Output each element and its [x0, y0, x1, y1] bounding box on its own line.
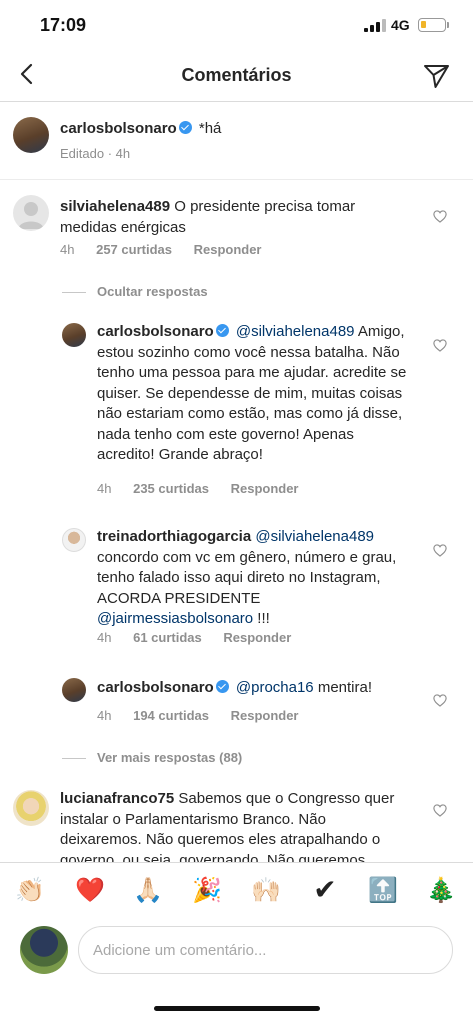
reply-time: 4h — [97, 481, 112, 496]
heart-icon[interactable] — [433, 339, 447, 352]
avatar[interactable] — [62, 678, 86, 702]
top-arrow-icon[interactable]: 🔝 — [367, 875, 399, 905]
caption-text: *há — [198, 120, 222, 137]
reply-text: mentira! — [317, 679, 373, 696]
comment-body: lucianafranco75 Sabemos que o Congresso … — [60, 789, 405, 862]
reply-text: concordo com vc em gênero, número e grau… — [97, 548, 397, 607]
avatar[interactable] — [13, 117, 49, 153]
comment-body: silviahelena489 O presidente precisa tom… — [60, 197, 405, 238]
check-mark-icon[interactable]: ✔ — [309, 875, 341, 905]
reply-username[interactable]: carlosbolsonaro — [97, 323, 214, 340]
avatar[interactable] — [62, 323, 86, 347]
comment-time: 4h — [60, 242, 75, 257]
battery-tip — [447, 22, 449, 28]
caption-line: carlosbolsonaro *há — [60, 120, 221, 137]
reply: treinadorthiagogarcia @silviahelena489 c… — [0, 520, 473, 650]
hide-replies-button[interactable]: Ocultar respostas — [62, 284, 208, 299]
comment-username[interactable]: lucianafranco75 — [60, 790, 174, 807]
home-indicator[interactable] — [154, 1006, 320, 1011]
comment-input[interactable] — [78, 926, 453, 974]
reply: carlosbolsonaro @procha16 mentira! 4h 19… — [0, 670, 473, 730]
reply-meta: 4h 61 curtidas Responder — [97, 630, 309, 645]
comment-input-bar — [0, 916, 473, 986]
network-label: 4G — [391, 17, 410, 33]
comment-likes[interactable]: 257 curtidas — [96, 242, 172, 257]
verified-icon — [215, 680, 229, 693]
heart-icon[interactable] — [433, 694, 447, 707]
more-replies-button[interactable]: Ver mais respostas (88) — [62, 750, 242, 765]
party-popper-icon[interactable]: 🎉 — [191, 875, 223, 905]
share-button[interactable] — [421, 60, 451, 90]
verified-icon — [215, 324, 229, 337]
reply-mention-2[interactable]: @jairmessiasbolsonaro — [97, 610, 253, 627]
avatar[interactable] — [13, 790, 49, 826]
reply-likes[interactable]: 235 curtidas — [133, 481, 209, 496]
reply-time: 4h — [97, 708, 112, 723]
reply-time: 4h — [97, 630, 112, 645]
status-bar: 17:09 4G — [0, 0, 473, 50]
reply-mention[interactable]: @procha16 — [236, 679, 314, 696]
hide-replies-label: Ocultar respostas — [97, 284, 208, 299]
reply-meta: 4h 194 curtidas Responder — [97, 708, 317, 723]
red-heart-icon[interactable]: ❤️ — [74, 875, 106, 905]
page-title: Comentários — [181, 65, 292, 85]
avatar[interactable] — [13, 195, 49, 231]
christmas-tree-icon[interactable]: 🎄 — [425, 875, 457, 905]
reply-text: Amigo, estou sozinho como você nessa bat… — [97, 323, 407, 463]
reply-button[interactable]: Responder — [231, 481, 299, 496]
reply-button[interactable]: Responder — [231, 708, 299, 723]
avatar — [20, 926, 68, 974]
paper-plane-icon — [424, 65, 449, 88]
reply-body: carlosbolsonaro @procha16 mentira! — [97, 678, 407, 699]
avatar[interactable] — [62, 528, 86, 552]
caption-username[interactable]: carlosbolsonaro — [60, 120, 177, 137]
status-time: 17:09 — [40, 15, 87, 35]
reply-mention[interactable]: @silviahelena489 — [255, 528, 374, 545]
reply-button[interactable]: Responder — [223, 630, 291, 645]
reply-username[interactable]: treinadorthiagogarcia — [97, 528, 251, 545]
post-caption: carlosbolsonaro *há Editado · 4h — [0, 102, 473, 180]
reply-mention[interactable]: @silviahelena489 — [236, 323, 355, 340]
header: Comentários — [0, 50, 473, 102]
comment: lucianafranco75 Sabemos que o Congresso … — [0, 780, 473, 862]
comment-meta: 4h 257 curtidas Responder — [60, 242, 280, 257]
reply: carlosbolsonaro @silviahelena489 Amigo, … — [0, 315, 473, 505]
verified-icon — [178, 121, 192, 134]
more-replies-label: Ver mais respostas (88) — [97, 750, 243, 765]
reply-likes[interactable]: 194 curtidas — [133, 708, 209, 723]
comment: silviahelena489 O presidente precisa tom… — [0, 180, 473, 270]
reply-username[interactable]: carlosbolsonaro — [97, 679, 214, 696]
clapping-hands-icon[interactable]: 👏🏻 — [14, 875, 46, 905]
raising-hands-icon[interactable]: 🙌🏻 — [250, 875, 282, 905]
reply-body: treinadorthiagogarcia @silviahelena489 c… — [97, 527, 407, 630]
heart-icon[interactable] — [433, 544, 447, 557]
emoji-bar: 👏🏻 ❤️ 🙏🏻 🎉 🙌🏻 ✔ 🔝 🎄 — [0, 862, 473, 916]
folded-hands-icon[interactable]: 🙏🏻 — [132, 875, 164, 905]
comment-username[interactable]: silviahelena489 — [60, 198, 170, 215]
reply-button[interactable]: Responder — [194, 242, 262, 257]
heart-icon[interactable] — [433, 210, 447, 223]
caption-edited: Editado · 4h — [60, 146, 131, 161]
heart-icon[interactable] — [433, 804, 447, 817]
reply-meta: 4h 235 curtidas Responder — [97, 481, 317, 496]
reply-text-2: !!! — [253, 610, 270, 627]
reply-body: carlosbolsonaro @silviahelena489 Amigo, … — [97, 322, 407, 466]
reply-likes[interactable]: 61 curtidas — [133, 630, 202, 645]
signal-icon — [364, 19, 386, 32]
battery-icon — [418, 18, 446, 32]
